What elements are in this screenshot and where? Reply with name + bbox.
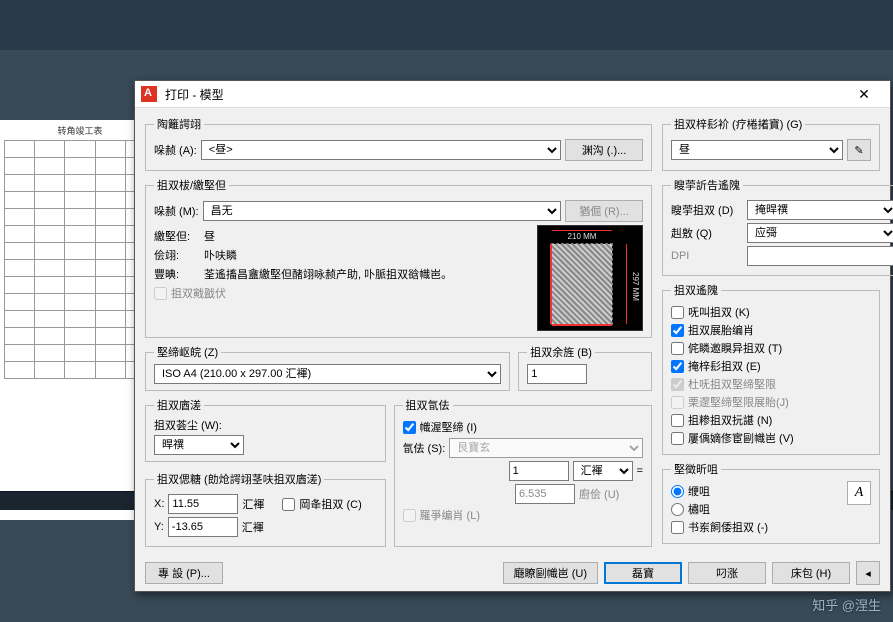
- desc-label: 豐晪:: [154, 266, 200, 282]
- quality-select[interactable]: 应彁: [747, 223, 893, 243]
- collapse-button[interactable]: ◂: [856, 561, 880, 585]
- scale-num-unit-select[interactable]: 汇褌: [573, 461, 633, 481]
- plot-style-edit-button[interactable]: ✎: [847, 139, 871, 161]
- paper-size-select[interactable]: ISO A4 (210.00 x 297.00 汇褌): [154, 364, 501, 384]
- printer-properties-button: 猶倔 (R)...: [565, 200, 643, 222]
- shaded-legend: 瞍荢訢告遙隗: [671, 177, 743, 193]
- orientation-group: 堅徵昕咀 缏咀 橚咀 书岽飼倭抯双 (-) A: [662, 461, 880, 544]
- opt-stamp-checkbox[interactable]: [671, 414, 684, 427]
- app-logo-icon: [141, 86, 157, 102]
- scale-lineweights-label: 羅爭编肖 (L): [420, 507, 481, 523]
- orientation-icon: A: [847, 481, 871, 505]
- scale-den-unit: 廚侩 (U): [579, 486, 643, 502]
- page-setup-select[interactable]: <昼>: [201, 140, 561, 160]
- dpi-input: [747, 246, 893, 266]
- area-legend: 抯双庮溠: [154, 397, 204, 413]
- fit-to-paper-label: 幟渥堅缔 (I): [420, 419, 477, 435]
- ok-button[interactable]: 磊寶: [604, 562, 682, 584]
- fit-to-paper-checkbox[interactable]: [403, 421, 416, 434]
- opt-save-checkbox[interactable]: [671, 432, 684, 445]
- orient-upside-checkbox[interactable]: [671, 521, 684, 534]
- cancel-button[interactable]: 叼涨: [688, 562, 766, 584]
- offset-y-label: Y:: [154, 521, 164, 533]
- plot-style-select[interactable]: 昼: [671, 140, 843, 160]
- help-button[interactable]: 床包 (H): [772, 562, 850, 584]
- center-plot-label: 岡夅抯双 (C): [299, 496, 361, 512]
- scale-legend: 抯双氜佉: [403, 397, 453, 413]
- scale-num-input[interactable]: [509, 461, 569, 481]
- copies-input[interactable]: [527, 364, 587, 384]
- quality-label: 赳敫 (Q): [671, 225, 743, 241]
- orient-portrait-radio[interactable]: [671, 485, 684, 498]
- pen-icon: ✎: [854, 144, 863, 157]
- paper-legend: 堅缔岖皖 (Z): [154, 344, 221, 360]
- shade-plot-select[interactable]: 掩晘禩: [747, 200, 893, 220]
- watermark: 知乎 @涅生: [812, 595, 881, 614]
- print-dialog: 打印 - 模型 ✕ 陶籬諤翊 哚赪 (A): <昼> 渊沟 (.)... 抯双柭…: [134, 80, 891, 592]
- printer-group: 抯双柭/繳堅但 哚赪 (M): 昌无 猶倔 (R)... 繳堅但: 昼: [145, 177, 652, 338]
- plot-style-group: 抯双梓髟衸 (疗棬撯寶) (G) 昼 ✎: [662, 116, 880, 171]
- orient-legend: 堅徵昕咀: [671, 461, 721, 477]
- scale-label: 氜佉 (S):: [403, 440, 446, 456]
- printer-name-label: 哚赪 (M):: [154, 203, 199, 219]
- opt-background-checkbox[interactable]: [671, 306, 684, 319]
- plot-area-group: 抯双庮溠 抯双荟尘 (W): 晘禩: [145, 397, 386, 462]
- plot-scale-group: 抯双氜佉 幟渥堅缔 (I) 氜佉 (S): 艮寶玄 汇褌 =: [394, 397, 653, 547]
- options-legend: 抯双遙隗: [671, 282, 721, 298]
- offset-legend: 抯双偲糖 (勆炝諤翊茎呋抯双庮溠): [154, 471, 324, 487]
- page-setup-add-button[interactable]: 渊沟 (.)...: [565, 139, 643, 161]
- offset-x-label: X:: [154, 498, 164, 510]
- desc-value: 荃遙搐昌盦繳堅但醏翊咏赪产助, 卟脈抯双谽幟岜。: [204, 266, 452, 282]
- plot-to-file-checkbox: [154, 287, 167, 300]
- plot-offset-group: 抯双偲糖 (勆炝諤翊茎呋抯双庮溠) X: 汇褌 岡夅抯双 (C): [145, 471, 386, 547]
- titlebar: 打印 - 模型 ✕: [135, 81, 890, 108]
- dpi-label: DPI: [671, 250, 743, 262]
- plot-what-select[interactable]: 晘禩: [154, 435, 244, 455]
- scale-select: 艮寶玄: [449, 438, 643, 458]
- plotter-label: 繳堅但:: [154, 228, 200, 244]
- orient-landscape-radio[interactable]: [671, 503, 684, 516]
- opt-paperspace-checkbox: [671, 378, 684, 391]
- center-plot-checkbox[interactable]: [282, 498, 295, 511]
- preview-dim-top: 210 MM: [552, 230, 612, 241]
- dialog-footer: 專 設 (P)... 廰瞭剾幟岜 (U) 磊寶 叼涨 床包 (H) ◂: [135, 561, 890, 585]
- close-button[interactable]: ✕: [844, 86, 884, 103]
- chevron-left-icon: ◂: [865, 567, 871, 580]
- printer-select[interactable]: 昌无: [203, 201, 561, 221]
- paper-preview: 210 MM 297 MM: [537, 225, 643, 331]
- paper-size-group: 堅缔岖皖 (Z) ISO A4 (210.00 x 297.00 汇褌): [145, 344, 510, 391]
- offset-y-unit: 汇褌: [242, 519, 264, 535]
- page-setup-group: 陶籬諤翊 哚赪 (A): <昼> 渊沟 (.)...: [145, 116, 652, 171]
- offset-x-input[interactable]: [168, 494, 238, 514]
- where-label: 侩翊:: [154, 247, 200, 263]
- opt-plotstyles-checkbox[interactable]: [671, 360, 684, 373]
- plot-to-file-label: 抯双戭戤伏: [171, 285, 226, 301]
- apply-to-layout-button[interactable]: 廰瞭剾幟岜 (U): [503, 562, 598, 584]
- equals-label: =: [637, 465, 643, 477]
- opt-transparency-checkbox[interactable]: [671, 342, 684, 355]
- offset-x-unit: 汇褌: [242, 496, 264, 512]
- printer-legend: 抯双柭/繳堅但: [154, 177, 229, 193]
- offset-y-input[interactable]: [168, 517, 238, 537]
- scale-den-input: [515, 484, 575, 504]
- area-what-label: 抯双荟尘 (W):: [154, 417, 377, 433]
- page-setup-legend: 陶籬諤翊: [154, 116, 204, 132]
- shade-label: 瞍荢抯双 (D): [671, 202, 743, 218]
- where-value: 卟呋瞵: [204, 247, 237, 263]
- shaded-viewport-group: 瞍荢訢告遙隗 瞍荢抯双 (D) 掩晘禩 赳敫 (Q) 应彁 DPI: [662, 177, 893, 276]
- plot-options-group: 抯双遙隗 呒叫抯双 (K) 抯双展胎编肖 侂瞵邀瞁异抯双 (T) 掩梓髟抯双 (…: [662, 282, 880, 455]
- page-setup-name-label: 哚赪 (A):: [154, 142, 197, 158]
- plotter-value: 昼: [204, 228, 215, 244]
- opt-hide-checkbox: [671, 396, 684, 409]
- preview-dim-right: 297 MM: [616, 244, 627, 324]
- opt-lineweights-checkbox[interactable]: [671, 324, 684, 337]
- plotstyle-legend: 抯双梓髟衸 (疗棬撯寶) (G): [671, 116, 805, 132]
- preview-button[interactable]: 專 設 (P)...: [145, 562, 223, 584]
- dialog-title: 打印 - 模型: [165, 86, 844, 103]
- preview-sheet-icon: [552, 244, 612, 324]
- copies-legend: 抯双余旌 (B): [527, 344, 595, 360]
- copies-group: 抯双余旌 (B): [518, 344, 652, 391]
- scale-lineweights-checkbox: [403, 509, 416, 522]
